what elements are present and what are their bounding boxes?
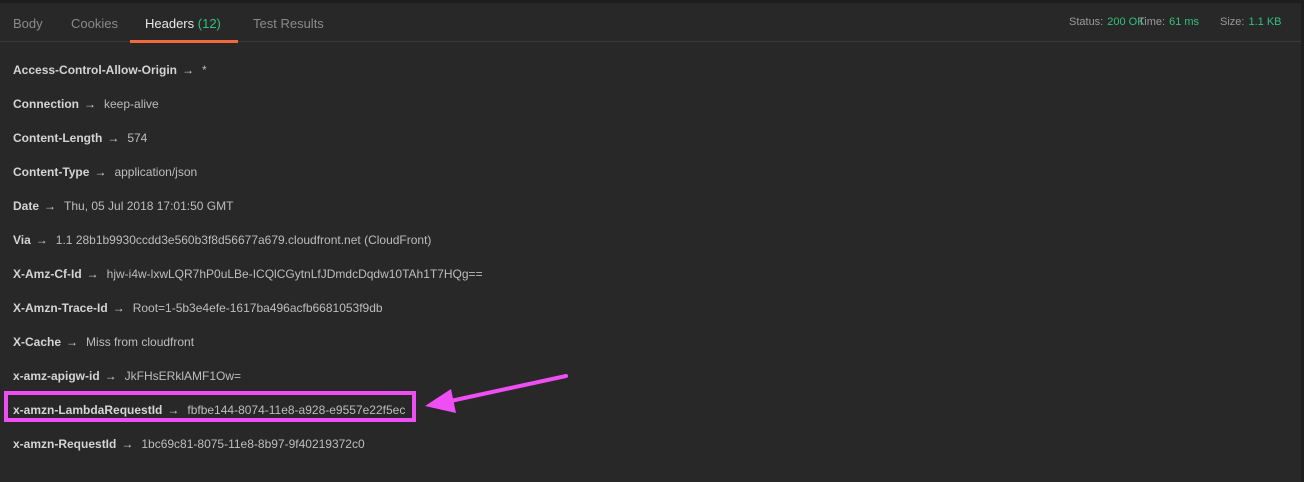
pointer-arrow-icon [425,374,568,413]
